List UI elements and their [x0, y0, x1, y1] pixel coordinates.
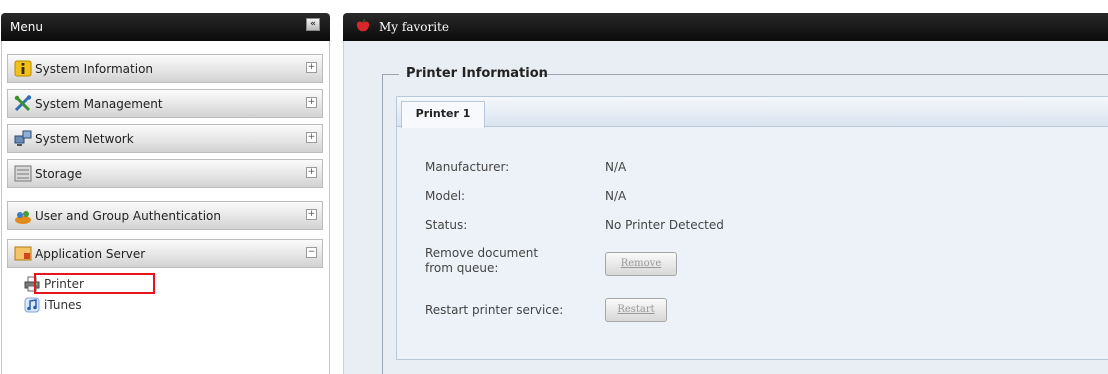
printer-information-legend: Printer Information — [406, 66, 548, 81]
menu-panel: Menu « System Information + System Manag… — [0, 0, 332, 374]
manufacturer-label: Manufacturer: — [425, 160, 510, 174]
remove-document-label-line2: from queue: — [425, 261, 499, 275]
restart-button[interactable]: Restart — [605, 298, 667, 322]
info-icon — [14, 60, 32, 77]
expand-toggle-icon[interactable]: + — [306, 97, 317, 108]
content-body: Printer Information Printer 1 Manufactur… — [343, 41, 1108, 374]
menu-category-system-network[interactable]: System Network + — [7, 124, 323, 153]
fieldset-border — [539, 74, 1108, 75]
storage-icon — [14, 165, 32, 182]
apple-icon[interactable] — [356, 19, 370, 33]
printer-icon — [24, 276, 40, 292]
menu-category-system-management[interactable]: System Management + — [7, 89, 323, 118]
menu-item-label: Printer — [44, 277, 84, 291]
remove-document-label-line1: Remove document — [425, 246, 539, 260]
network-icon — [14, 130, 32, 146]
itunes-icon — [24, 297, 40, 313]
manufacturer-value: N/A — [605, 160, 627, 174]
menu-item-itunes[interactable]: iTunes — [24, 295, 134, 315]
expand-toggle-icon[interactable]: + — [306, 132, 317, 143]
menu-item-printer[interactable]: Printer — [24, 274, 134, 294]
app-server-icon — [14, 246, 32, 261]
restart-printer-service-label: Restart printer service: — [425, 303, 564, 317]
menu-category-label: Application Server — [35, 247, 146, 261]
status-value: No Printer Detected — [605, 218, 724, 232]
users-icon — [15, 211, 31, 224]
menu-category-label: System Management — [35, 97, 163, 111]
menu-category-label: System Network — [35, 132, 134, 146]
model-value: N/A — [605, 189, 627, 203]
remove-button[interactable]: Remove — [605, 252, 677, 276]
favorite-title[interactable]: My favorite — [379, 20, 449, 34]
collapse-menu-button[interactable]: « — [306, 18, 320, 31]
menu-category-user-group-authentication[interactable]: User and Group Authentication + — [7, 201, 323, 230]
fieldset-border — [382, 74, 399, 75]
tools-icon — [14, 95, 32, 112]
menu-category-system-information[interactable]: System Information + — [7, 54, 323, 83]
printer-tab-panel: Printer 1 Manufacturer: N/A Model: N/A S… — [396, 96, 1108, 360]
menu-category-storage[interactable]: Storage + — [7, 159, 323, 188]
status-label: Status: — [425, 218, 468, 232]
content-area: My favorite Printer Information Printer … — [343, 0, 1108, 374]
menu-header: Menu « — [1, 13, 330, 41]
menu-item-label: iTunes — [44, 298, 82, 312]
favorite-header: My favorite — [343, 13, 1108, 41]
menu-category-label: User and Group Authentication — [35, 209, 221, 223]
expand-toggle-icon[interactable]: + — [306, 62, 317, 73]
expand-toggle-icon[interactable]: + — [306, 167, 317, 178]
tab-strip: Printer 1 — [397, 97, 1108, 128]
fieldset-border — [382, 74, 383, 374]
menu-category-label: Storage — [35, 167, 82, 181]
menu-title: Menu — [10, 20, 43, 34]
menu-category-label: System Information — [35, 62, 154, 76]
collapse-toggle-icon[interactable]: − — [306, 247, 317, 258]
tab-printer-1[interactable]: Printer 1 — [401, 101, 485, 128]
menu-category-application-server[interactable]: Application Server − — [7, 239, 323, 268]
expand-toggle-icon[interactable]: + — [306, 209, 317, 220]
menu-body: System Information + System Management +… — [1, 41, 330, 374]
model-label: Model: — [425, 189, 466, 203]
